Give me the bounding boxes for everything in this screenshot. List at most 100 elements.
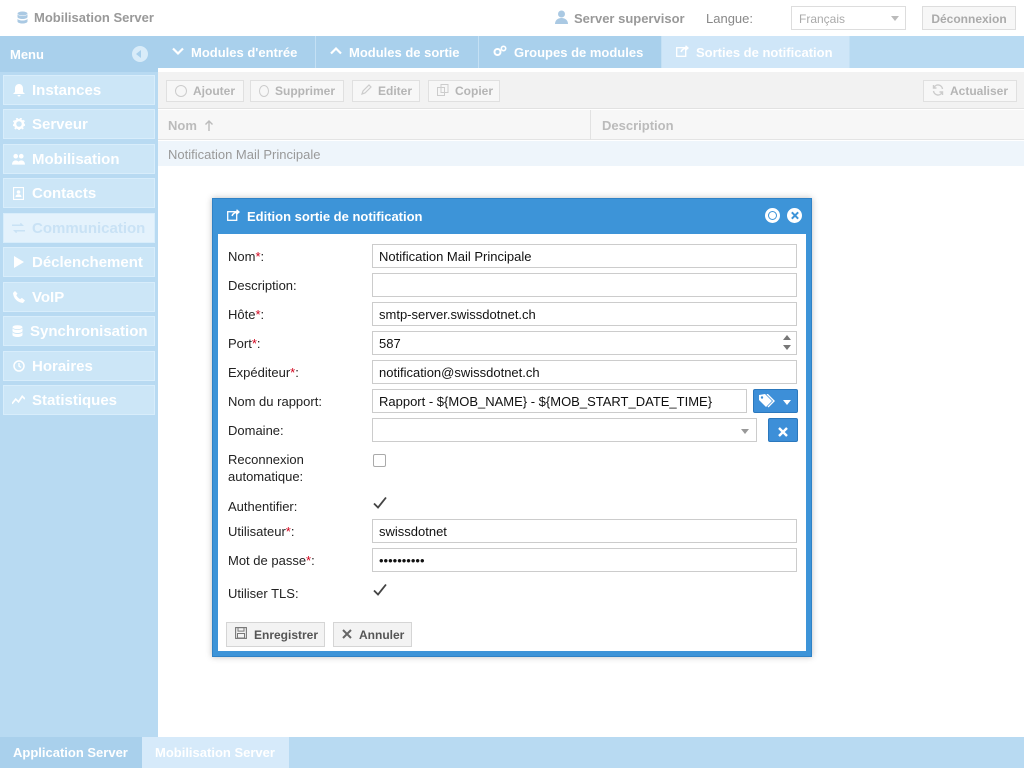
current-user: Server supervisor bbox=[555, 10, 685, 27]
report-name-input[interactable]: Rapport - ${MOB_NAME} - ${MOB_START_DATE… bbox=[372, 389, 747, 413]
sidebar-item-statistiques[interactable]: Statistiques bbox=[3, 385, 155, 415]
footer-tab-mobilisation-server[interactable]: Mobilisation Server bbox=[142, 737, 289, 768]
sidebar-item-label: Communication bbox=[32, 219, 146, 237]
tab-input-modules[interactable]: Modules d'entrée bbox=[158, 36, 316, 68]
clock-icon bbox=[12, 360, 25, 373]
tab-module-groups[interactable]: Groupes de modules bbox=[479, 36, 662, 68]
close-icon bbox=[342, 628, 352, 642]
sidebar-item-horaires[interactable]: Horaires bbox=[3, 351, 155, 381]
password-label: Mot de passe*: bbox=[228, 553, 315, 568]
edit-button-label: Editer bbox=[378, 84, 413, 98]
add-button[interactable]: Ajouter bbox=[166, 80, 244, 102]
copy-icon bbox=[437, 83, 449, 99]
sort-ascending-icon bbox=[201, 118, 214, 133]
column-header-name[interactable]: Nom bbox=[168, 118, 214, 133]
chevron-down-icon bbox=[783, 400, 791, 405]
domain-select[interactable] bbox=[372, 418, 757, 442]
sidebar-item-communication[interactable]: Communication bbox=[3, 213, 155, 243]
save-button-label: Enregistrer bbox=[254, 627, 319, 642]
delete-button[interactable]: Supprimer bbox=[250, 80, 344, 102]
sidebar-item-label: Instances bbox=[32, 81, 102, 99]
language-select[interactable]: Français bbox=[791, 6, 906, 30]
minus-circle-icon bbox=[259, 85, 269, 97]
sidebar-item-label: Serveur bbox=[32, 115, 88, 133]
tags-icon bbox=[759, 393, 776, 411]
database-icon bbox=[12, 324, 23, 338]
sidebar-item-label: Contacts bbox=[32, 184, 97, 202]
authenticate-label: Authentifier: bbox=[228, 499, 298, 514]
sidebar-item-declenchement[interactable]: Déclenchement bbox=[3, 247, 155, 277]
users-icon bbox=[12, 153, 25, 166]
user-name: Server supervisor bbox=[574, 11, 685, 26]
name-label: Nom*: bbox=[228, 249, 265, 264]
checkmark-icon bbox=[373, 496, 387, 509]
host-input[interactable]: smtp-server.swissdotnet.ch bbox=[372, 302, 797, 326]
cancel-button[interactable]: Annuler bbox=[333, 622, 412, 647]
description-label: Description: bbox=[228, 278, 297, 293]
cancel-button-label: Annuler bbox=[359, 627, 405, 642]
delete-button-label: Supprimer bbox=[274, 84, 335, 98]
tls-checkbox[interactable] bbox=[372, 582, 388, 598]
chevron-down-icon bbox=[891, 16, 899, 21]
footer-tab-application-server[interactable]: Application Server bbox=[0, 737, 142, 768]
add-button-label: Ajouter bbox=[193, 84, 235, 98]
sender-label: Expéditeur*: bbox=[228, 365, 299, 380]
exchange-icon bbox=[12, 222, 25, 235]
sidebar-header: Menu bbox=[0, 36, 158, 72]
minimize-icon[interactable] bbox=[765, 208, 780, 223]
tab-label: Groupes de modules bbox=[514, 45, 644, 60]
refresh-button[interactable]: Actualiser bbox=[923, 80, 1017, 102]
dialog-body: Nom*: Notification Mail Principale Descr… bbox=[218, 234, 806, 651]
sidebar-item-synchronisation[interactable]: Synchronisation bbox=[3, 316, 155, 346]
tab-notification-outputs[interactable]: Sorties de notification bbox=[662, 36, 850, 68]
password-input[interactable]: •••••••••• bbox=[372, 548, 797, 572]
sidebar-item-contacts[interactable]: Contacts bbox=[3, 178, 155, 208]
collapse-icon[interactable] bbox=[132, 46, 148, 62]
plus-circle-icon bbox=[175, 85, 187, 97]
insert-variable-button[interactable] bbox=[753, 389, 798, 413]
spinner-arrows-icon[interactable] bbox=[783, 335, 791, 351]
column-divider bbox=[590, 110, 591, 140]
column-header-description[interactable]: Description bbox=[602, 118, 674, 133]
dialog-title: Edition sortie de notification bbox=[247, 209, 423, 224]
sidebar-item-label: Horaires bbox=[32, 357, 93, 375]
sidebar-item-serveur[interactable]: Serveur bbox=[3, 109, 155, 139]
username-input[interactable]: swissdotnet bbox=[372, 519, 797, 543]
logout-button[interactable]: Déconnexion bbox=[922, 6, 1016, 30]
column-header-name-label: Nom bbox=[168, 118, 197, 133]
phone-icon bbox=[12, 291, 25, 304]
description-input[interactable] bbox=[372, 273, 797, 297]
clear-domain-button[interactable] bbox=[768, 418, 798, 442]
table-row[interactable]: Notification Mail Principale bbox=[158, 141, 1024, 166]
close-icon[interactable] bbox=[787, 208, 802, 223]
sender-input[interactable]: notification@swissdotnet.ch bbox=[372, 360, 797, 384]
module-tabs: Modules d'entrée Modules de sortie Group… bbox=[158, 36, 1024, 68]
copy-button[interactable]: Copier bbox=[428, 80, 500, 102]
save-button[interactable]: Enregistrer bbox=[226, 622, 325, 647]
reconnect-checkbox[interactable] bbox=[373, 454, 386, 467]
edit-button[interactable]: Editer bbox=[352, 80, 420, 102]
name-input[interactable]: Notification Mail Principale bbox=[372, 244, 797, 268]
port-label: Port*: bbox=[228, 336, 261, 351]
language-label: Langue: bbox=[706, 11, 753, 26]
share-icon bbox=[227, 209, 241, 224]
refresh-button-label: Actualiser bbox=[950, 84, 1009, 98]
tab-output-modules[interactable]: Modules de sortie bbox=[316, 36, 479, 68]
dialog-title-bar[interactable]: Edition sortie de notification bbox=[213, 199, 811, 234]
tab-label: Sorties de notification bbox=[696, 45, 833, 60]
host-label: Hôte*: bbox=[228, 307, 265, 322]
pencil-icon bbox=[361, 84, 372, 98]
sidebar-item-instances[interactable]: Instances bbox=[3, 75, 155, 105]
play-icon bbox=[12, 256, 25, 269]
floppy-disk-icon bbox=[235, 627, 247, 642]
domain-label: Domaine: bbox=[228, 423, 284, 438]
address-book-icon bbox=[12, 186, 25, 200]
sidebar-item-mobilisation[interactable]: Mobilisation bbox=[3, 144, 155, 174]
sidebar-item-voip[interactable]: VoIP bbox=[3, 282, 155, 312]
sidebar-item-label: Déclenchement bbox=[32, 253, 143, 271]
port-input[interactable]: 587 bbox=[372, 331, 797, 355]
grid-toolbar: Ajouter Supprimer Editer Copier Actualis… bbox=[158, 72, 1024, 109]
user-icon bbox=[555, 10, 568, 27]
sidebar-item-label: Mobilisation bbox=[32, 150, 120, 168]
authenticate-checkbox[interactable] bbox=[372, 495, 388, 511]
